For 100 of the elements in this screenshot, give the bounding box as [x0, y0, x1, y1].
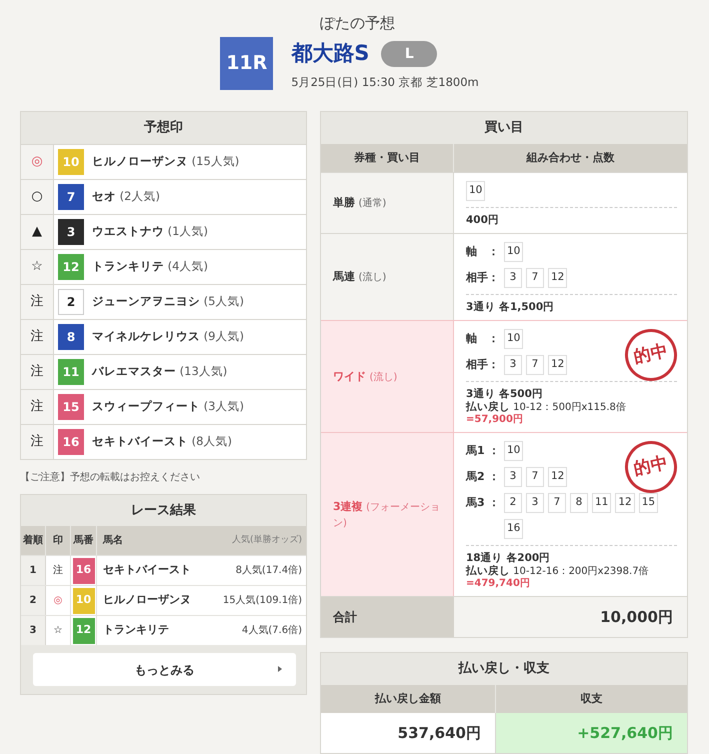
- panel-title: レース結果: [130, 502, 197, 520]
- odds-text: 4人気(7.6倍): [242, 624, 302, 638]
- horse-name: ヒルノローザンヌ (15人気): [92, 153, 240, 170]
- bet-type: 馬連 (流し): [333, 269, 386, 285]
- horse-number: 7: [526, 268, 544, 288]
- combination-label: 馬1 ：: [466, 443, 498, 459]
- race-number-badge: 11R: [220, 37, 274, 90]
- horse-number: 10: [72, 588, 94, 614]
- horse-number: 16: [504, 519, 524, 539]
- column-header: 払い戻し金額: [321, 685, 496, 713]
- horse-name: バレエマスター (13人気): [92, 363, 228, 380]
- horse-name: セオ (2人気): [92, 188, 160, 206]
- horse-name: スウィープフィート (3人気): [92, 398, 244, 416]
- horse-name: マイネルケレリウス (9人気): [92, 328, 244, 346]
- horse-number: 7: [526, 467, 544, 487]
- prediction-mark: ◎: [54, 594, 62, 608]
- bet-type: 3連複 (フォーメーション): [333, 498, 441, 530]
- horse-number: 8: [570, 493, 588, 513]
- panel-title: 予想印: [21, 112, 306, 144]
- horse-name: ヒルノローザンヌ: [103, 592, 191, 608]
- notice-text: 【ご注意】予想の転載はお控えください: [20, 470, 201, 485]
- horse-number: 10: [466, 181, 486, 201]
- horse-number: 12: [615, 493, 635, 513]
- horse-number: 3: [504, 467, 522, 487]
- prediction-mark: ◎: [31, 153, 43, 172]
- horse-number: 12: [548, 268, 568, 288]
- bet-summary: 3通り 各1,500円: [466, 301, 556, 314]
- prediction-mark: ☆: [31, 258, 43, 276]
- payout-text: 払い戻し 10-12：500円x115.8倍 =57,900円: [466, 401, 627, 426]
- combination-label: 相手：: [466, 270, 498, 286]
- combination-label: 馬3 ：: [466, 495, 498, 511]
- horse-number: 11: [58, 359, 84, 385]
- more-button[interactable]: もっとみる: [33, 653, 296, 686]
- prediction-mark: 注: [53, 564, 63, 578]
- caret-icon: [278, 666, 282, 672]
- horse-number: 3: [504, 355, 522, 375]
- horse-number: 8: [58, 324, 84, 350]
- horse-number: 7: [548, 493, 566, 513]
- prediction-mark: ☆: [54, 624, 62, 638]
- prediction-mark: 注: [30, 363, 44, 382]
- odds-text: 8人気(17.4倍): [236, 564, 302, 578]
- horse-number: 7: [58, 184, 84, 210]
- place-cell: 2: [21, 586, 46, 615]
- horse-number: 15: [638, 493, 658, 513]
- combination-label: 相手：: [466, 357, 498, 373]
- prediction-mark: 注: [30, 398, 44, 416]
- horse-name: ジューンアヲニヨシ (5人気): [92, 293, 244, 310]
- balance-amount: +527,640円: [496, 713, 687, 753]
- bet-summary: 400円: [466, 214, 500, 227]
- horse-number: 3: [526, 493, 544, 513]
- total-amount: 10,000円: [454, 597, 687, 637]
- bet-summary: 18通り 各200円: [466, 552, 552, 565]
- page-title: ぽたの予想: [319, 13, 395, 33]
- place-cell: 3: [21, 616, 46, 645]
- horse-name: セキトバイースト (8人気): [92, 433, 232, 450]
- horse-number: 12: [548, 355, 568, 375]
- horse-name: セキトバイースト: [103, 562, 191, 578]
- horse-number: 15: [58, 394, 84, 420]
- horse-number: 10: [504, 242, 524, 262]
- combination-label: 軸 ：: [466, 331, 498, 347]
- prediction-mark: ○: [31, 188, 43, 206]
- column-header: 人気(単勝オッズ): [232, 534, 303, 547]
- bet-type: ワイド (流し): [333, 368, 398, 384]
- horse-number: 10: [504, 441, 524, 461]
- payout-text: 払い戻し 10-12-16：200円x2398.7倍 =479,740円: [466, 565, 650, 590]
- horse-number: 3: [58, 219, 84, 245]
- bet-summary: 3通り 各500円: [466, 388, 544, 401]
- place-cell: 1: [21, 556, 46, 585]
- total-label: 合計: [321, 597, 454, 637]
- horse-name: トランキリテ (4人気): [92, 258, 208, 276]
- grade-badge: L: [381, 41, 438, 67]
- prediction-mark: 注: [30, 328, 44, 346]
- horse-number: 7: [526, 355, 544, 375]
- odds-text: 15人気(109.1倍): [222, 594, 302, 608]
- horse-number: 10: [504, 329, 524, 349]
- combination-label: 馬2 ：: [466, 469, 498, 485]
- column-header: 馬名: [102, 534, 124, 548]
- horse-name: トランキリテ: [103, 622, 169, 638]
- column-header: 収支: [580, 690, 604, 707]
- horse-number: 10: [58, 149, 84, 175]
- race-details: 5月25日(日) 15:30 京都 芝1800m: [291, 74, 479, 91]
- horse-number: 3: [504, 268, 522, 288]
- horse-number: 12: [72, 618, 94, 644]
- horse-number: 16: [58, 429, 84, 455]
- horse-number: 16: [72, 558, 94, 584]
- column-header: 組み合わせ・点数: [525, 150, 616, 166]
- combination-label: 軸 ：: [466, 244, 498, 260]
- horse-number: 11: [592, 493, 612, 513]
- horse-number: 12: [548, 467, 568, 487]
- prediction-mark: ▲: [32, 223, 42, 242]
- prediction-mark: 注: [30, 293, 44, 312]
- column-header: 券種・買い目: [321, 144, 454, 172]
- horse-name: ウエストナウ (1人気): [92, 223, 208, 240]
- race-name: 都大路S: [291, 40, 370, 68]
- horse-number: 2: [504, 493, 522, 513]
- panel-title: 払い戻し・収支: [321, 653, 687, 685]
- horse-number: 2: [58, 289, 84, 315]
- panel-title: 買い目: [321, 112, 687, 144]
- prediction-mark: 注: [30, 433, 44, 452]
- horse-number: 12: [58, 254, 84, 280]
